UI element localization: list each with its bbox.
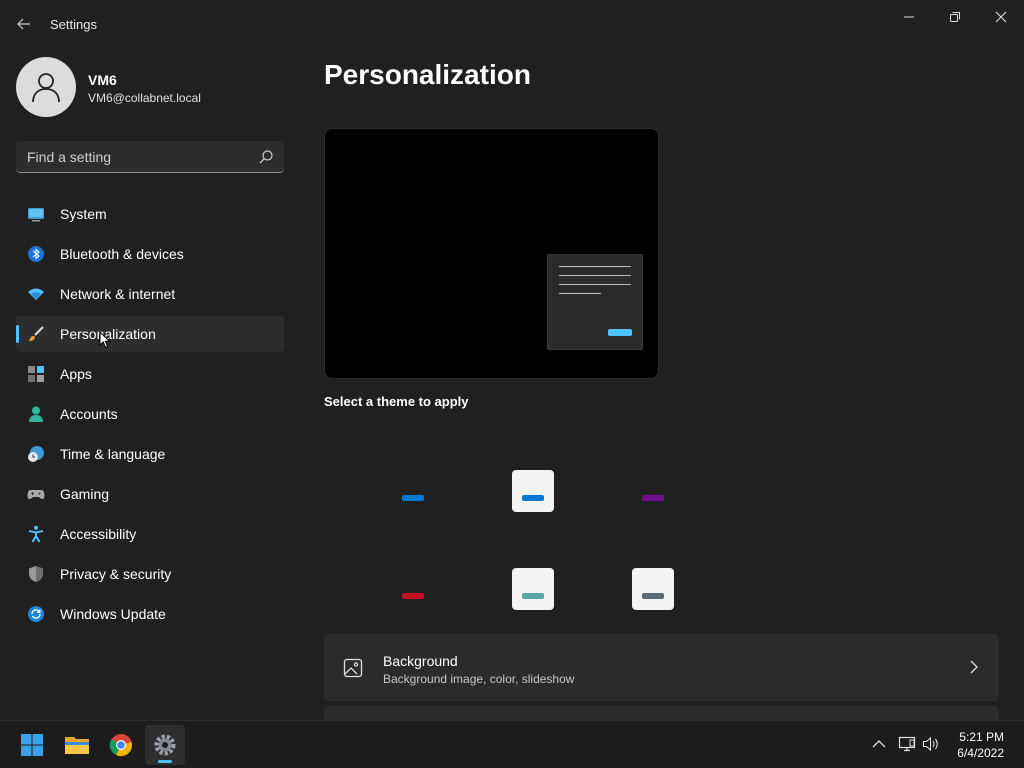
sidebar-item-personalization[interactable]: Personalization <box>16 316 284 352</box>
clock-time: 5:21 PM <box>959 730 1004 744</box>
sidebar-item-label: Privacy & security <box>60 566 172 582</box>
theme-option[interactable] <box>512 470 554 512</box>
bluetooth-icon <box>28 246 44 262</box>
user-email: VM6@collabnet.local <box>88 91 201 105</box>
shield-icon <box>29 566 43 582</box>
sidebar-item-accounts[interactable]: Accounts <box>16 396 284 432</box>
preview-line <box>559 266 631 267</box>
network-icon <box>898 736 916 752</box>
start-button[interactable] <box>12 725 52 765</box>
taskbar-clock[interactable]: 5:21 PM 6/4/2022 <box>957 729 1004 761</box>
accessibility-icon <box>28 525 44 543</box>
sidebar-item-label: Apps <box>60 366 92 382</box>
theme-preview <box>324 128 659 379</box>
close-icon <box>995 11 1007 23</box>
apps-icon <box>28 366 44 382</box>
theme-option[interactable] <box>512 568 554 610</box>
preview-line <box>559 275 631 276</box>
card-subtitle: Background image, color, slideshow <box>383 672 575 686</box>
theme-accent-bar <box>642 495 664 501</box>
theme-accent-bar <box>522 495 544 501</box>
preview-line <box>559 284 631 285</box>
sidebar-item-label: Accessibility <box>60 526 137 542</box>
search-input[interactable] <box>16 141 252 172</box>
sidebar-item-windows-update[interactable]: Windows Update <box>16 596 284 632</box>
theme-section-heading: Select a theme to apply <box>324 394 469 409</box>
chrome-icon <box>109 734 132 757</box>
sidebar-item-label: Gaming <box>60 486 110 502</box>
theme-option[interactable] <box>632 470 674 512</box>
preview-accent-button <box>608 329 632 336</box>
file-explorer-button[interactable] <box>57 725 97 765</box>
update-icon <box>28 606 44 622</box>
sidebar-item-label: Time & language <box>60 446 166 462</box>
window-title: Settings <box>50 17 97 32</box>
time-language-icon <box>28 446 44 462</box>
minimize-button[interactable] <box>886 4 932 30</box>
sidebar-item-network[interactable]: Network & internet <box>16 276 284 312</box>
mouse-cursor-icon <box>99 331 111 349</box>
system-icon <box>28 208 44 222</box>
network-icon <box>28 288 44 300</box>
theme-accent-bar <box>402 495 424 501</box>
sidebar-item-bluetooth[interactable]: Bluetooth & devices <box>16 236 284 272</box>
sidebar-item-time-language[interactable]: Time & language <box>16 436 284 472</box>
theme-accent-bar <box>642 593 664 599</box>
sidebar-item-label: Bluetooth & devices <box>60 246 184 262</box>
file-explorer-icon <box>65 737 89 754</box>
theme-option[interactable] <box>632 568 674 610</box>
clock-date: 6/4/2022 <box>957 746 1004 760</box>
chevron-right-icon <box>970 660 978 674</box>
avatar[interactable] <box>16 57 76 117</box>
background-settings-card[interactable]: Background Background image, color, slid… <box>324 634 999 701</box>
close-button[interactable] <box>978 4 1024 30</box>
back-arrow-icon <box>17 18 30 30</box>
sidebar-item-label: Accounts <box>60 406 118 422</box>
network-tray-button[interactable] <box>898 735 916 753</box>
sidebar-item-label: System <box>60 206 107 222</box>
show-hidden-icons-button[interactable] <box>870 735 888 753</box>
restore-icon <box>950 12 960 22</box>
brush-icon <box>29 326 44 341</box>
image-icon <box>343 658 363 678</box>
gaming-icon <box>27 490 45 500</box>
settings-taskbar-button[interactable] <box>145 725 185 765</box>
minimize-icon <box>904 16 914 18</box>
search-box <box>16 141 284 173</box>
sidebar-item-apps[interactable]: Apps <box>16 356 284 392</box>
sidebar-nav: System Bluetooth & devices Network & int… <box>16 196 284 636</box>
title-bar: Settings <box>0 0 1024 48</box>
user-name: VM6 <box>88 72 117 88</box>
preview-line <box>559 293 601 294</box>
start-icon <box>21 734 43 756</box>
back-button[interactable] <box>10 10 38 38</box>
sidebar-item-gaming[interactable]: Gaming <box>16 476 284 512</box>
accounts-icon <box>29 406 43 422</box>
sidebar-item-label: Windows Update <box>60 606 166 622</box>
volume-icon <box>922 736 938 752</box>
next-settings-card[interactable] <box>324 706 999 720</box>
card-title: Background <box>383 653 458 669</box>
taskbar: 5:21 PM 6/4/2022 <box>0 720 1024 768</box>
preview-window <box>547 254 643 350</box>
sidebar-item-label: Network & internet <box>60 286 176 302</box>
settings-icon <box>154 734 176 756</box>
search-icon[interactable] <box>258 149 274 165</box>
sidebar-item-privacy-security[interactable]: Privacy & security <box>16 556 284 592</box>
theme-option[interactable] <box>392 470 434 512</box>
theme-accent-bar <box>402 593 424 599</box>
active-app-indicator <box>158 760 172 763</box>
theme-option[interactable] <box>392 568 434 610</box>
page-title: Personalization <box>324 59 531 90</box>
maximize-button[interactable] <box>932 4 978 30</box>
chrome-button[interactable] <box>101 725 141 765</box>
user-icon <box>32 73 60 103</box>
chevron-up-icon <box>872 740 886 748</box>
volume-tray-button[interactable] <box>922 735 940 753</box>
sidebar-item-accessibility[interactable]: Accessibility <box>16 516 284 552</box>
sidebar-item-system[interactable]: System <box>16 196 284 232</box>
theme-accent-bar <box>522 593 544 599</box>
